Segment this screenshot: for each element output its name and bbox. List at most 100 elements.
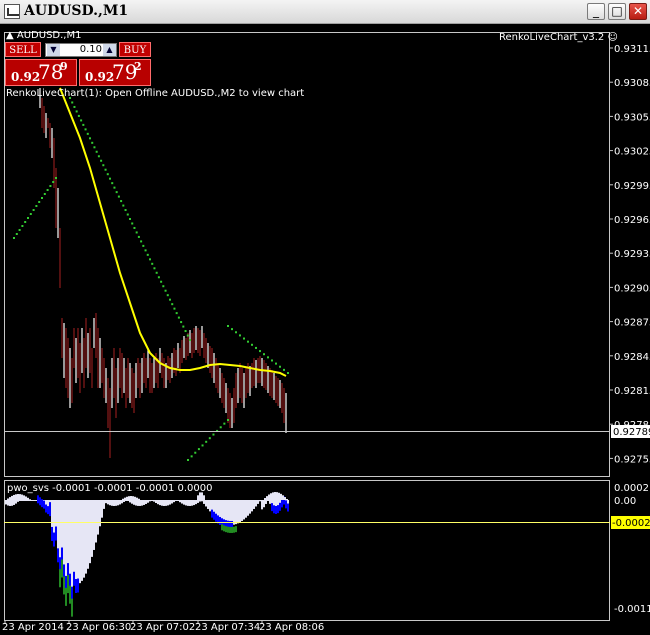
buy-button[interactable]: BUY [119, 42, 151, 57]
osc-bar-blue [69, 573, 71, 588]
osc-bar [145, 500, 147, 504]
lot-value[interactable]: 0.10 [62, 44, 102, 56]
osc-bar [163, 500, 165, 506]
time-tick-label: 23 Apr 07:02 [130, 622, 195, 633]
osc-bar [7, 500, 9, 506]
sar-dot [231, 328, 233, 331]
lot-decrease-icon[interactable]: ▼ [47, 44, 60, 56]
sell-quote[interactable]: 0.92 78 9 [5, 59, 77, 86]
osc-bar-red [39, 497, 41, 506]
osc-bar [155, 500, 157, 504]
osc-bar [197, 500, 199, 503]
close-button[interactable]: ✕ [629, 3, 647, 20]
osc-bar-green [221, 524, 223, 531]
sar-dot [227, 325, 229, 327]
osc-bar [161, 500, 163, 506]
sar-dot [235, 331, 237, 334]
osc-bar-pos [23, 495, 25, 500]
osc-bar-green [235, 526, 237, 533]
osc-bar [169, 500, 171, 505]
price-tick-label: 0.93055 [614, 112, 650, 123]
osc-bar-pos [27, 497, 29, 500]
smiley-icon[interactable]: ☺ [607, 32, 617, 43]
sar-dot [86, 132, 89, 135]
chart-area[interactable]: 0.931150.930850.930550.930250.929950.929… [0, 28, 650, 635]
lot-increase-icon[interactable]: ▲ [103, 44, 116, 56]
osc-bar-red [275, 505, 277, 514]
sar-dot [287, 372, 289, 374]
sar-dot [117, 195, 120, 198]
sar-dot [171, 303, 174, 306]
sar-dot [169, 298, 171, 301]
osc-bar-pos [140, 500, 142, 501]
buy-quote[interactable]: 0.92 79 2 [79, 59, 151, 86]
collapse-triangle-icon[interactable]: ▲ [6, 30, 14, 41]
sar-dot [189, 339, 191, 341]
osc-bar-green [223, 525, 225, 532]
sar-dot [38, 201, 41, 203]
osc-bar [15, 500, 17, 504]
sar-dot [153, 267, 156, 270]
sar-dot [140, 240, 143, 243]
sar-dot [180, 321, 183, 324]
sar-dot [111, 182, 114, 185]
symbol-text: AUDUSD.,M1 [16, 30, 82, 41]
sar-dot [91, 141, 94, 144]
sar-dot [239, 334, 241, 337]
osc-bar [31, 500, 33, 501]
osc-bar [61, 500, 63, 554]
osc-bar [69, 500, 71, 580]
sell-quote-main: 0.92 [11, 70, 41, 84]
sar-dot [73, 105, 76, 108]
osc-bar [113, 500, 115, 506]
osc-bar [11, 500, 13, 506]
sar-dot [157, 276, 160, 279]
sar-dot [166, 294, 169, 297]
osc-bar-blue [67, 563, 69, 578]
sar-dot [186, 334, 189, 337]
sell-button[interactable]: SELL [5, 42, 41, 57]
osc-bar [149, 500, 151, 502]
osc-bar-green [69, 585, 71, 604]
osc-bar [159, 500, 161, 506]
osc-bar [207, 500, 209, 509]
osc-bar [193, 500, 195, 506]
lot-size-field[interactable]: ▼ 0.10 ▲ [45, 43, 117, 57]
osc-bar [17, 500, 19, 502]
price-tick-label: 0.92875 [614, 318, 650, 329]
sub-axis-label-bottom: -0.0011 [614, 604, 650, 615]
osc-bar [75, 500, 77, 585]
osc-bar [267, 500, 269, 501]
osc-bar-red [213, 511, 215, 520]
osc-bar [189, 500, 191, 506]
osc-bar [33, 500, 35, 501]
osc-bar-blue [63, 564, 65, 579]
sar-dot [144, 249, 147, 252]
sar-dot [197, 448, 200, 451]
main-chart-border [4, 32, 610, 477]
osc-bar-red [43, 500, 45, 509]
osc-bar [97, 500, 99, 535]
osc-bar-red [47, 506, 49, 515]
osc-bar [9, 500, 11, 506]
sar-dot [80, 119, 83, 122]
osc-bar [101, 500, 103, 518]
sar-dot [97, 155, 100, 158]
window-titlebar[interactable]: AUDUSD.,M1 _ □ ✕ [0, 0, 650, 24]
osc-bar [143, 500, 145, 505]
price-tick-label: 0.92995 [614, 181, 650, 192]
sar-dot [13, 237, 15, 239]
sar-dot [41, 197, 43, 199]
osc-bar [133, 500, 135, 505]
maximize-button[interactable]: □ [608, 3, 626, 20]
price-chart-canvas[interactable]: 0.931150.930850.930550.930250.929950.929… [0, 28, 650, 635]
minimize-button[interactable]: _ [587, 3, 605, 20]
sar-dot [182, 325, 185, 328]
osc-bar [103, 500, 105, 509]
sar-dot [131, 222, 134, 225]
sar-dot [223, 422, 226, 425]
osc-bar-green [67, 575, 69, 594]
osc-bar [115, 500, 117, 506]
osc-bar-blue [53, 532, 55, 547]
sar-dot [124, 209, 127, 212]
